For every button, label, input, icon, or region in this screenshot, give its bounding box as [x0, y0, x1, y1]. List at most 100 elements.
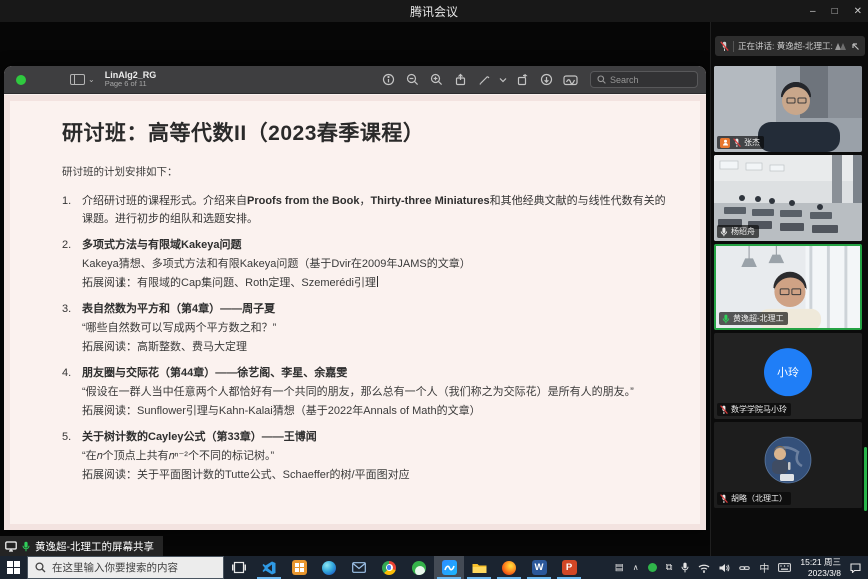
app-title: 腾讯会议 — [410, 3, 458, 20]
ibeam-cursor-icon: I — [120, 278, 128, 291]
maximize-button[interactable]: □ — [832, 6, 838, 17]
tencent-meeting-icon — [442, 560, 457, 575]
info-icon[interactable] — [378, 71, 398, 89]
search-icon — [35, 562, 46, 573]
tray-link-icon[interactable] — [739, 563, 750, 573]
participant-name: 数学学院马小玲 — [731, 404, 787, 415]
mic-active-icon — [722, 314, 730, 324]
avatar: 小玲 — [764, 348, 812, 396]
traffic-light-icon[interactable] — [16, 75, 26, 85]
vscode-button[interactable] — [254, 556, 284, 579]
tray-volume-icon[interactable] — [719, 563, 730, 573]
collapse-arrow-icon[interactable] — [851, 42, 860, 51]
tray-mic-icon[interactable] — [681, 562, 689, 573]
participant-name: 张杰 — [744, 137, 760, 148]
item-3-sub1: “哪些自然数可以写成两个平方数之和？” — [82, 319, 672, 337]
taskbar-search-placeholder: 在这里输入你要搜索的内容 — [52, 560, 178, 575]
item-4-title: 朋友圈与交际花（第44章）——徐艺阁、李星、余嘉雯 — [82, 364, 672, 382]
word-icon: W — [532, 560, 547, 575]
zoom-out-icon[interactable] — [402, 71, 422, 89]
firefox-button[interactable] — [494, 556, 524, 579]
tray-card-icon[interactable]: ▤ — [615, 562, 624, 573]
document-page: 研讨班：高等代数II（2023春季课程） 研讨班的计划安排如下： 1. 介绍研讨… — [4, 95, 706, 530]
layout-view-icon[interactable] — [834, 42, 847, 51]
item-3-sub2: 拓展阅读：高斯整数、费马大定理 — [82, 338, 672, 356]
markup-box-icon[interactable] — [560, 71, 580, 89]
speaking-text: 正在讲话: 黄逸超-北理工: — [738, 40, 834, 52]
list-item: 3. 表自然数为平方和（第4章）——周子夏 “哪些自然数可以写成两个平方数之和？… — [62, 300, 672, 357]
mic-muted-icon — [720, 405, 728, 415]
monitor-icon — [5, 541, 17, 552]
zoom-in-icon[interactable] — [426, 71, 446, 89]
mic-muted-icon — [720, 41, 729, 52]
participant-video-xiaoling[interactable]: 小玲 数学学院马小玲 — [714, 333, 862, 419]
rotate-icon[interactable] — [512, 71, 532, 89]
markup-pen-icon[interactable] — [474, 71, 494, 89]
document-titleblock: LinAlg2_RG Page 6 of 11 — [105, 70, 157, 89]
mail-icon — [352, 562, 366, 573]
pdf-viewer-window: ⌄ LinAlg2_RG Page 6 of 11 — [4, 66, 706, 530]
store-app-icon — [292, 560, 307, 575]
item-4-sub1: “假设在一群人当中任意两个人都恰好有一个共同的朋友，那么总有一个人（我们称之为交… — [82, 383, 672, 401]
list-item: 4. 朋友圈与交际花（第44章）——徐艺阁、李星、余嘉雯 “假设在一群人当中任意… — [62, 364, 672, 421]
tray-green-app-icon[interactable] — [648, 563, 657, 572]
clock-time: 15:21 周三 — [800, 557, 841, 568]
powerpoint-icon: P — [562, 560, 577, 575]
participant-video-huangyichao[interactable]: 黄逸超-北理工 — [714, 244, 862, 330]
green-browser-button[interactable] — [404, 556, 434, 579]
tray-screen-share-icon[interactable]: ⧉ — [666, 562, 673, 573]
store-app-button[interactable] — [284, 556, 314, 579]
firefox-icon — [502, 561, 516, 575]
taskbar-search-input[interactable]: 在这里输入你要搜索的内容 — [27, 556, 224, 579]
pdf-search-field[interactable]: Search — [590, 71, 698, 88]
item-2-sub2: 拓展阅读：有限域的Cap集问题、Roth定理、Szemerédi引理 — [82, 274, 672, 292]
participant-label: 数学学院马小玲 — [717, 403, 791, 416]
participant-label: 胡略（北理工） — [717, 492, 791, 505]
share-icon[interactable] — [450, 71, 470, 89]
clock-date: 2023/3/8 — [800, 568, 841, 579]
item-5-sub2: 拓展阅读：关于平面图计数的Tutte公式、Schaeffer的树/平面图对应 — [82, 466, 672, 484]
participant-video-hulue[interactable]: 胡略（北理工） — [714, 422, 862, 508]
participant-label: 张杰 — [717, 136, 764, 149]
seminar-title: 研讨班：高等代数II（2023春季课程） — [62, 117, 672, 147]
participant-name: 黄逸超-北理工 — [733, 313, 784, 324]
edge-icon — [322, 561, 336, 575]
tray-wifi-icon[interactable] — [698, 563, 710, 573]
screen-share-badge: 黄逸超-北理工的屏幕共享 — [0, 536, 163, 556]
speaking-indicator-bar: 正在讲话: 黄逸超-北理工: — [715, 36, 865, 56]
file-explorer-icon — [472, 562, 487, 574]
seminar-list: 1. 介绍研讨班的课程形式。介绍来自Proofs from the Book，T… — [62, 192, 672, 485]
edge-button[interactable] — [314, 556, 344, 579]
pen-dropdown-icon[interactable] — [498, 71, 508, 89]
ime-indicator[interactable]: 中 — [759, 560, 769, 575]
minimize-button[interactable]: – — [810, 6, 816, 17]
participant-scrollbar[interactable] — [864, 447, 867, 511]
pdf-search-placeholder: Search — [610, 75, 639, 85]
chrome-button[interactable] — [374, 556, 404, 579]
sidebar-toggle-icon[interactable]: ⌄ — [70, 74, 95, 85]
text-caret — [377, 276, 378, 287]
tencent-meeting-button[interactable] — [434, 556, 464, 579]
download-icon[interactable] — [536, 71, 556, 89]
taskbar-clock[interactable]: 15:21 周三 2023/3/8 — [800, 557, 841, 578]
close-button[interactable]: ✕ — [854, 6, 862, 17]
task-view-button[interactable] — [224, 556, 254, 579]
file-explorer-button[interactable] — [464, 556, 494, 579]
participant-video-classroom[interactable]: 杨绍舟 — [714, 155, 862, 241]
participant-name: 胡略（北理工） — [731, 493, 787, 504]
window-controls: – □ ✕ — [810, 0, 862, 22]
action-center-icon[interactable] — [850, 563, 861, 573]
powerpoint-button[interactable]: P — [554, 556, 584, 579]
windows-taskbar: 在这里输入你要搜索的内容 W — [0, 556, 868, 579]
mail-button[interactable] — [344, 556, 374, 579]
tray-chevron-up-icon[interactable]: ∧ — [633, 563, 639, 572]
word-button[interactable]: W — [524, 556, 554, 579]
page-indicator: Page 6 of 11 — [105, 80, 157, 89]
screen-share-area: ⌄ LinAlg2_RG Page 6 of 11 — [0, 22, 710, 556]
participant-video-zhangjie[interactable]: 张杰 — [714, 66, 862, 152]
vscode-icon — [262, 561, 276, 575]
start-button[interactable] — [0, 556, 27, 579]
participant-label: 杨绍舟 — [717, 225, 759, 238]
touch-keyboard-icon[interactable] — [778, 563, 791, 572]
item-4-sub2: 拓展阅读：Sunflower引理与Kahn-Kalai猜想（基于2022年Ann… — [82, 402, 672, 420]
